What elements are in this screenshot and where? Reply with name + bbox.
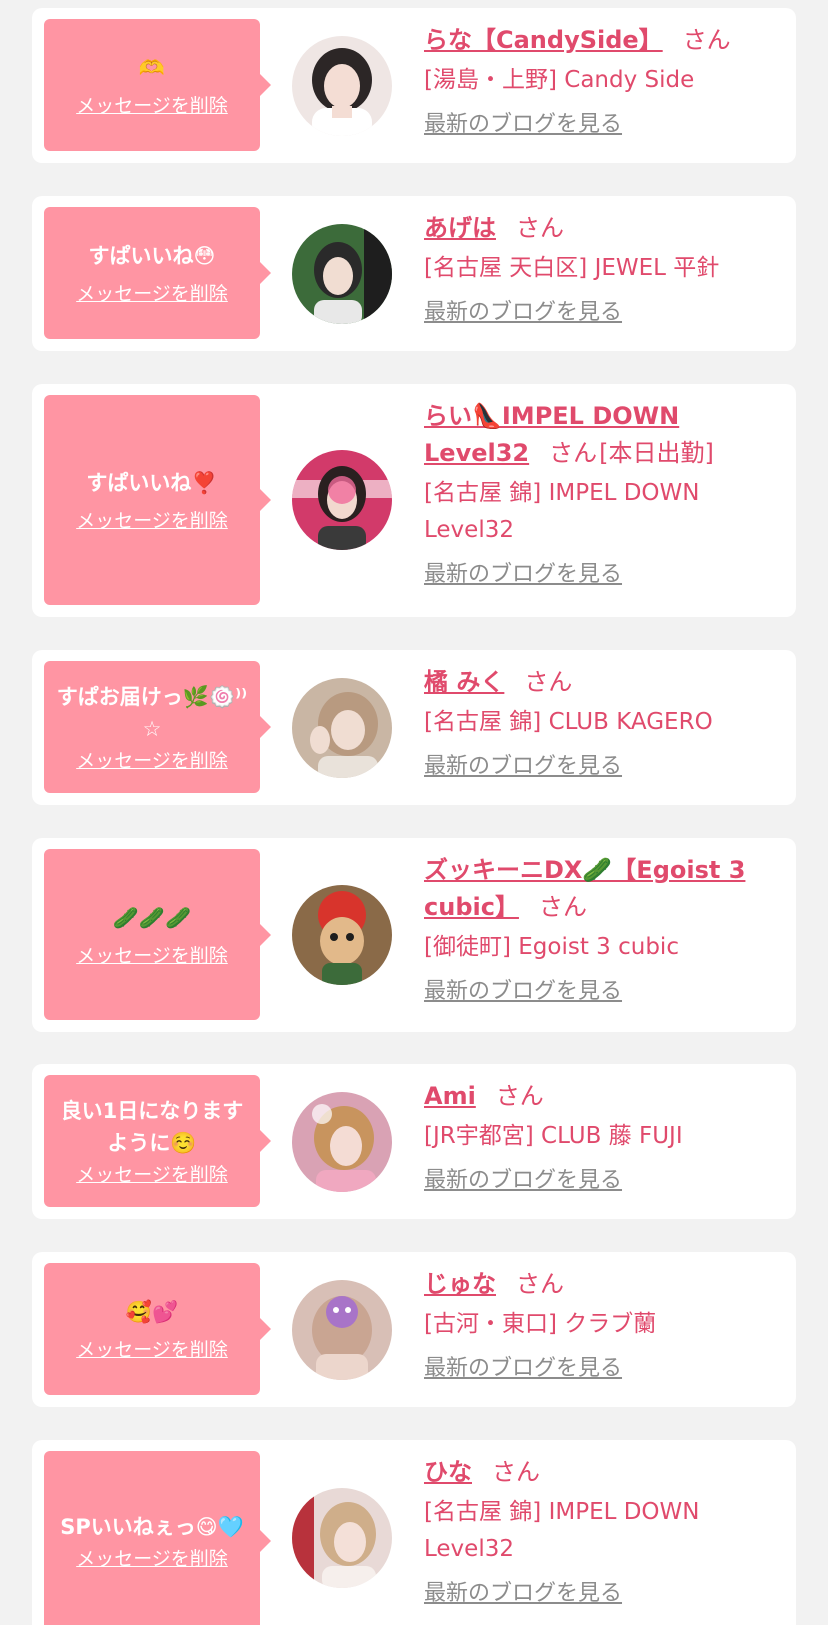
message-bubble: 🥒🥒🥒 メッセージを削除	[44, 849, 271, 1020]
message-card: SPいいねぇっ😋🩵 メッセージを削除 ひな さん [名古屋 錦] IMPEL DO…	[32, 1440, 796, 1625]
message-card: 🥰💕 メッセージを削除 じゅな さん [古河・東口] クラブ蘭 最新のブログを見る	[32, 1252, 796, 1407]
message-bubble: SPいいねぇっ😋🩵 メッセージを削除	[44, 1451, 271, 1625]
girl-info: らな【CandySide】 さん [湯島・上野] Candy Side 最新のブロ…	[424, 22, 784, 139]
delete-message-link[interactable]: メッセージを削除	[76, 1547, 228, 1571]
message-text: 良い1日になりますように☺️	[60, 1099, 244, 1155]
latest-blog-link[interactable]: 最新のブログを見る	[424, 1167, 622, 1195]
delete-message-link[interactable]: メッセージを削除	[76, 1163, 228, 1187]
girl-name-link[interactable]: らな【CandySide】	[424, 26, 663, 54]
latest-blog-link[interactable]: 最新のブログを見る	[424, 561, 622, 589]
latest-blog-link[interactable]: 最新のブログを見る	[424, 978, 622, 1006]
girl-name-link[interactable]: あげは	[424, 214, 496, 242]
avatar-photo-icon	[292, 36, 392, 136]
girl-info: ズッキーニDX🥒【Egoist 3 cubic】 さん [御徒町] Egoist …	[424, 852, 784, 1006]
honorific: さん	[538, 893, 587, 921]
avatar-photo-icon	[292, 224, 392, 324]
honorific: さん	[549, 439, 598, 467]
message-text: 🫶	[138, 56, 166, 80]
avatar-photo-icon	[292, 1092, 392, 1192]
avatar-photo-icon	[292, 450, 392, 550]
shop-name: [名古屋 錦] IMPEL DOWN Level32	[424, 480, 700, 543]
girl-info: 橘 みく さん [名古屋 錦] CLUB KAGERO 最新のブログを見る	[424, 664, 784, 781]
message-card: すぱいいね❣️ メッセージを削除 らい👠IMPEL DOWN Level32 さん…	[32, 384, 796, 617]
avatar[interactable]	[292, 885, 392, 985]
message-text: すぱお届けっ🌿🍥⁾⁾☆	[56, 685, 248, 741]
avatar[interactable]	[292, 224, 392, 324]
delete-message-link[interactable]: メッセージを削除	[76, 944, 228, 968]
latest-blog-link[interactable]: 最新のブログを見る	[424, 111, 622, 139]
message-card: すぱいいね😳 メッセージを削除 あげは さん [名古屋 天白区] JEWEL 平針…	[32, 196, 796, 351]
avatar[interactable]	[292, 1488, 392, 1588]
shop-name: [名古屋 錦] IMPEL DOWN Level32	[424, 1499, 700, 1562]
message-bubble: 🥰💕 メッセージを削除	[44, 1263, 271, 1395]
message-text: すぱいいね😳	[88, 244, 216, 268]
honorific: さん	[682, 26, 731, 54]
shop-name: [御徒町] Egoist 3 cubic	[424, 934, 679, 960]
delete-message-link[interactable]: メッセージを削除	[76, 509, 228, 533]
delete-message-link[interactable]: メッセージを削除	[76, 282, 228, 306]
message-card: 良い1日になりますように☺️ メッセージを削除 Ami さん [JR宇都宮] CL…	[32, 1064, 796, 1219]
delete-message-link[interactable]: メッセージを削除	[76, 94, 228, 118]
delete-message-link[interactable]: メッセージを削除	[76, 749, 228, 773]
shop-name: [名古屋 錦] CLUB KAGERO	[424, 709, 713, 735]
avatar[interactable]	[292, 1092, 392, 1192]
avatar-photo-icon	[292, 1488, 392, 1588]
message-bubble: 🫶 メッセージを削除	[44, 19, 271, 151]
avatar[interactable]	[292, 1280, 392, 1380]
girl-info: あげは さん [名古屋 天白区] JEWEL 平針 最新のブログを見る	[424, 210, 784, 327]
message-text: SPいいねぇっ😋🩵	[60, 1515, 244, 1539]
shop-name: [JR宇都宮] CLUB 藤 FUJI	[424, 1123, 683, 1149]
delete-message-link[interactable]: メッセージを削除	[76, 1338, 228, 1362]
girl-name-link[interactable]: Ami	[424, 1082, 476, 1110]
honorific: さん	[516, 1270, 564, 1298]
latest-blog-link[interactable]: 最新のブログを見る	[424, 1580, 622, 1608]
girl-name-link[interactable]: じゅな	[424, 1270, 496, 1298]
girl-name-link[interactable]: ひな	[424, 1458, 472, 1486]
message-text: 🥒🥒🥒	[112, 905, 192, 930]
avatar-photo-icon	[292, 678, 392, 778]
latest-blog-link[interactable]: 最新のブログを見る	[424, 1355, 622, 1383]
shop-name: [名古屋 天白区] JEWEL 平針	[424, 255, 720, 281]
girl-name-link[interactable]: 橘 みく	[424, 668, 504, 696]
status-note: [本日出勤]	[599, 439, 714, 467]
girl-info: ひな さん [名古屋 錦] IMPEL DOWN Level32 最新のブログを見…	[424, 1454, 784, 1608]
message-card: 🫶 メッセージを削除 らな【CandySide】 さん [湯島・上野] Candy…	[32, 8, 796, 163]
girl-info: Ami さん [JR宇都宮] CLUB 藤 FUJI 最新のブログを見る	[424, 1078, 784, 1195]
honorific: さん	[495, 1082, 544, 1110]
honorific: さん	[524, 668, 573, 696]
message-bubble: すぱいいね😳 メッセージを削除	[44, 207, 271, 339]
honorific: さん	[516, 214, 564, 242]
message-text: 🥰💕	[125, 1300, 179, 1324]
shop-name: [湯島・上野] Candy Side	[424, 67, 695, 93]
message-bubble: 良い1日になりますように☺️ メッセージを削除	[44, 1075, 271, 1207]
message-card: 🥒🥒🥒 メッセージを削除 ズッキーニDX🥒【Egoist 3 cubic】 さん …	[32, 838, 796, 1032]
avatar[interactable]	[292, 450, 392, 550]
message-bubble: すぱいいね❣️ メッセージを削除	[44, 395, 271, 605]
girl-info: らい👠IMPEL DOWN Level32 さん[本日出勤] [名古屋 錦] IM…	[424, 398, 784, 589]
honorific: さん	[492, 1458, 540, 1486]
message-list: 🫶 メッセージを削除 らな【CandySide】 さん [湯島・上野] Candy…	[0, 0, 828, 1625]
latest-blog-link[interactable]: 最新のブログを見る	[424, 299, 622, 327]
shop-name: [古河・東口] クラブ蘭	[424, 1311, 657, 1337]
avatar[interactable]	[292, 36, 392, 136]
avatar-photo-icon	[292, 885, 392, 985]
avatar[interactable]	[292, 678, 392, 778]
latest-blog-link[interactable]: 最新のブログを見る	[424, 753, 622, 781]
message-text: すぱいいね❣️	[86, 471, 218, 495]
message-bubble: すぱお届けっ🌿🍥⁾⁾☆ メッセージを削除	[44, 661, 271, 793]
girl-info: じゅな さん [古河・東口] クラブ蘭 最新のブログを見る	[424, 1266, 784, 1383]
message-card: すぱお届けっ🌿🍥⁾⁾☆ メッセージを削除 橘 みく さん [名古屋 錦] CLUB…	[32, 650, 796, 805]
avatar-photo-icon	[292, 1280, 392, 1380]
